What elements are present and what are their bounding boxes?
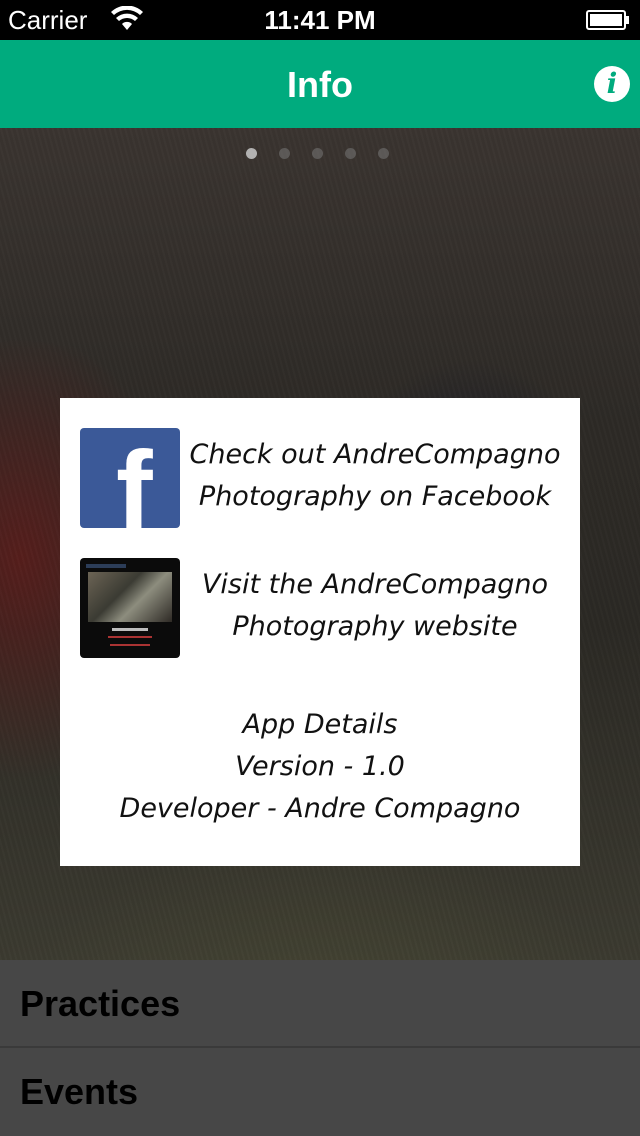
list-item-events[interactable]: Events — [0, 1048, 640, 1134]
website-link[interactable]: Visit the AndreCompagno Photography webs… — [80, 558, 570, 658]
facebook-link-line2: Photography on Facebook — [198, 481, 552, 512]
app-developer: Developer - Andre Compagno — [119, 793, 521, 824]
page-dot[interactable] — [378, 148, 389, 159]
status-time: 11:41 PM — [264, 5, 376, 35]
app-version: Version - 1.0 — [235, 751, 405, 782]
facebook-link-text[interactable]: Check out AndreCompagno Photography on F… — [180, 434, 570, 518]
app-details: App Details Version - 1.0 Developer - An… — [60, 704, 580, 830]
website-link-line2: Photography website — [232, 611, 518, 642]
menu-list: Practices Events — [0, 960, 640, 1136]
website-link-line1: Visit the AndreCompagno — [201, 569, 549, 600]
website-link-text[interactable]: Visit the AndreCompagno Photography webs… — [180, 564, 570, 648]
page-indicator[interactable] — [246, 148, 389, 159]
navigation-bar: Info i — [0, 40, 640, 128]
page-dot[interactable] — [345, 148, 356, 159]
page-dot[interactable] — [312, 148, 323, 159]
info-icon[interactable]: i — [594, 66, 630, 102]
website-thumbnail[interactable] — [80, 558, 180, 658]
list-item-practices[interactable]: Practices — [0, 960, 640, 1048]
page-dot[interactable] — [279, 148, 290, 159]
facebook-link[interactable]: f Check out AndreCompagno Photography on… — [80, 428, 570, 528]
list-item-label: Events — [20, 1071, 139, 1112]
info-card: f Check out AndreCompagno Photography on… — [60, 398, 580, 866]
facebook-link-line1: Check out AndreCompagno — [189, 439, 561, 470]
list-item-label: Practices — [20, 983, 181, 1024]
facebook-icon[interactable]: f — [80, 428, 180, 528]
page-dot[interactable] — [246, 148, 257, 159]
screen: Carrier 11:41 PM Info i f Check out Andr… — [0, 0, 640, 1136]
battery-icon — [586, 10, 629, 30]
page-title: Info — [287, 64, 353, 105]
app-details-heading: App Details — [242, 709, 398, 740]
status-bar: Carrier 11:41 PM — [0, 0, 640, 40]
